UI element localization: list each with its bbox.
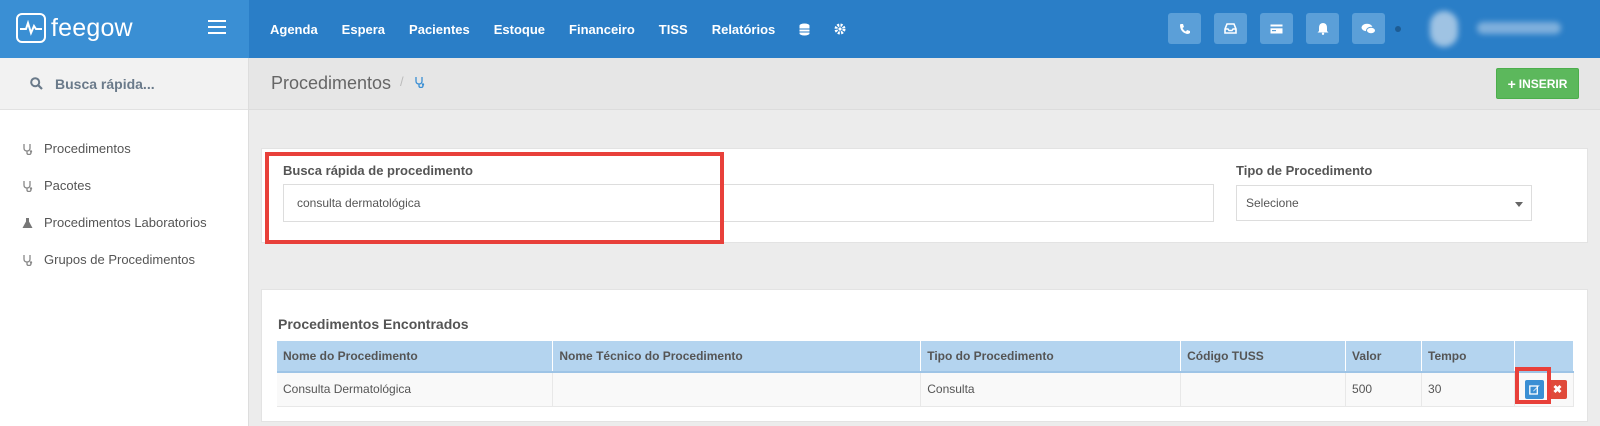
search-input[interactable]: Busca rápida... (55, 76, 155, 92)
type-label: Tipo de Procedimento (1236, 163, 1373, 178)
cell-nome-tecnico (552, 372, 922, 407)
chevron-down-icon (1515, 202, 1523, 207)
col-nome-tecnico[interactable]: Nome Técnico do Procedimento (552, 341, 922, 373)
nav-item-pacientes[interactable]: Pacientes (409, 22, 470, 37)
user-name-blurred[interactable] (1477, 22, 1561, 34)
cell-valor: 500 (1345, 372, 1423, 407)
col-tempo[interactable]: Tempo (1421, 341, 1515, 373)
cell-tempo: 30 (1421, 372, 1515, 407)
col-codigo-tuss[interactable]: Código TUSS (1180, 341, 1347, 373)
sidebar-item-pacotes[interactable]: Pacotes (0, 167, 248, 204)
gear-icon[interactable] (834, 23, 846, 35)
page-title: Procedimentos (271, 73, 392, 93)
procedure-type-value: Selecione (1246, 196, 1299, 210)
avatar[interactable] (1430, 11, 1458, 47)
menu-toggle-icon[interactable] (208, 20, 226, 34)
nav-item-tiss[interactable]: TISS (659, 22, 688, 37)
sidebar-item-label: Pacotes (44, 178, 91, 193)
logo-area: feegow (0, 0, 249, 58)
col-tipo[interactable]: Tipo do Procedimento (920, 341, 1182, 373)
sidebar-item-procedimentos[interactable]: Procedimentos (0, 130, 248, 167)
brand-logo[interactable]: feegow (16, 13, 133, 43)
search-icon (30, 77, 43, 90)
nav-item-financeiro[interactable]: Financeiro (569, 22, 635, 37)
cell-codigo-tuss (1180, 372, 1347, 407)
sidebar-item-label: Grupos de Procedimentos (44, 252, 196, 267)
procedure-type-select[interactable]: Selecione (1236, 185, 1532, 221)
stethoscope-icon (414, 75, 425, 93)
main-nav: Agenda Espera Pacientes Estoque Financei… (270, 0, 870, 58)
pulse-icon (16, 13, 46, 43)
status-dot (1395, 26, 1401, 32)
stethoscope-icon (20, 254, 34, 266)
chat-icon[interactable] (1352, 13, 1385, 44)
top-bar: feegow Agenda Espera Pacientes Estoque F… (0, 0, 1600, 58)
results-table: Nome do Procedimento Nome Técnico do Pro… (277, 341, 1575, 407)
insert-button-label: INSERIR (1518, 76, 1568, 91)
toolbar-buttons (1168, 13, 1398, 44)
sidebar-item-procedimentos-laboratorios[interactable]: Procedimentos Laboratorios (0, 204, 248, 241)
sidebar: Busca rápida... Procedimentos Pacotes Pr… (0, 58, 249, 426)
cell-tipo: Consulta (920, 372, 1182, 407)
page-header: Procedimentos / + INSERIR (249, 58, 1600, 110)
sidebar-item-label: Procedimentos (44, 141, 131, 156)
brand-name: feegow (51, 13, 133, 42)
highlight-search (265, 152, 724, 244)
nav-item-espera[interactable]: Espera (342, 22, 385, 37)
table-header-row: Nome do Procedimento Nome Técnico do Pro… (277, 341, 1575, 373)
col-nome[interactable]: Nome do Procedimento (277, 341, 554, 373)
close-icon: ✖ (1552, 384, 1563, 396)
highlight-edit-button (1515, 367, 1551, 404)
nav-item-estoque[interactable]: Estoque (494, 22, 545, 37)
stethoscope-icon (20, 143, 34, 155)
col-valor[interactable]: Valor (1345, 341, 1423, 373)
phone-icon[interactable] (1168, 13, 1201, 44)
results-title: Procedimentos Encontrados (278, 316, 469, 332)
table-row: Consulta Dermatológica Consulta 500 30 ✖ (277, 372, 1575, 407)
results-panel: Procedimentos Encontrados Nome do Proced… (261, 289, 1588, 422)
cell-nome: Consulta Dermatológica (277, 372, 554, 407)
stethoscope-icon (20, 180, 34, 192)
breadcrumb-separator: / (400, 74, 404, 89)
insert-button[interactable]: + INSERIR (1496, 68, 1579, 99)
bell-icon[interactable] (1306, 13, 1339, 44)
sidebar-menu: Procedimentos Pacotes Procedimentos Labo… (0, 110, 248, 278)
nav-item-agenda[interactable]: Agenda (270, 22, 318, 37)
database-icon[interactable] (799, 23, 810, 36)
inbox-icon[interactable] (1214, 13, 1247, 44)
quick-search[interactable]: Busca rápida... (0, 58, 248, 110)
flask-icon (20, 217, 34, 229)
card-icon[interactable] (1260, 13, 1293, 44)
nav-item-relatorios[interactable]: Relatórios (712, 22, 776, 37)
plus-icon: + (1507, 75, 1516, 92)
sidebar-item-grupos-de-procedimentos[interactable]: Grupos de Procedimentos (0, 241, 248, 278)
sidebar-item-label: Procedimentos Laboratorios (44, 215, 207, 230)
